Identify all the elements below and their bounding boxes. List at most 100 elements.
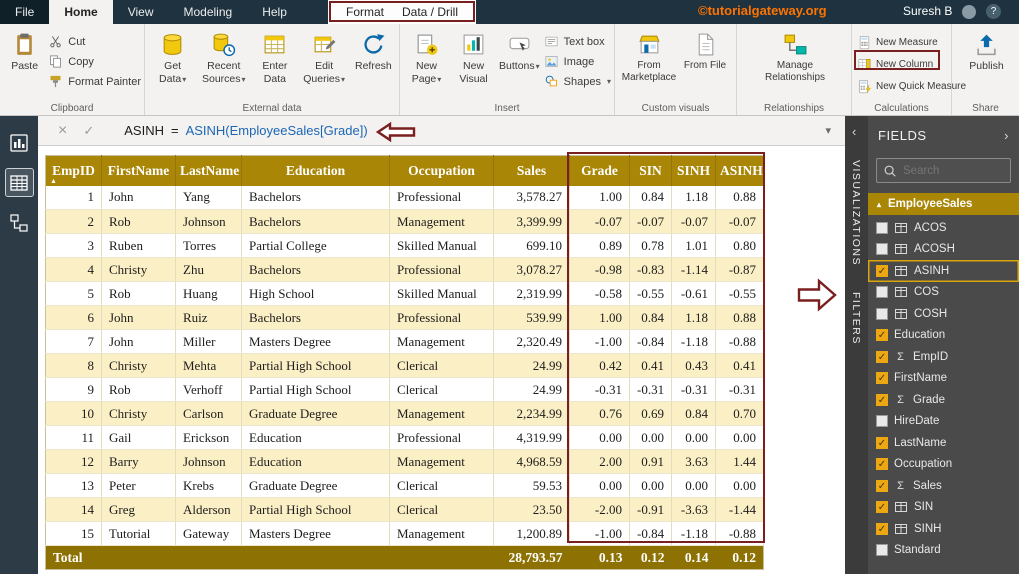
buttons-icon (507, 32, 532, 57)
cell: 0.00 (715, 425, 764, 450)
format-painter-button[interactable]: Format Painter (48, 74, 141, 89)
shapes-button[interactable]: Shapes ▾ (544, 74, 611, 89)
tab-file[interactable]: File (0, 0, 50, 24)
field-checkbox[interactable]: ✓ (876, 393, 888, 406)
field-checkbox[interactable] (876, 544, 888, 557)
field-item-lastname[interactable]: ✓ LastName (868, 432, 1019, 454)
report-view-button[interactable] (6, 129, 33, 156)
from-file-button[interactable]: From File (682, 29, 728, 101)
collapse-table-icon[interactable]: ▴ (877, 200, 881, 209)
field-checkbox[interactable]: ✓ (876, 350, 888, 363)
commit-formula-icon[interactable]: ✓ (83, 123, 94, 139)
search-input[interactable] (903, 164, 1004, 177)
field-item-acosh[interactable]: ACOSH (868, 239, 1019, 261)
column-header-lastname[interactable]: LastName (175, 155, 242, 186)
new-column-button[interactable]: New Column (857, 55, 948, 73)
table-row: 3 Ruben Torres Partial College Skilled Manua… (45, 233, 764, 258)
cancel-formula-icon[interactable]: × (58, 122, 67, 140)
field-item-empid[interactable]: ✓ Σ EmpID (868, 346, 1019, 368)
column-header-empid[interactable]: EmpID ▲ (45, 155, 102, 186)
column-header-sinh[interactable]: SINH (671, 155, 716, 186)
tab-data-drill[interactable]: Data / Drill (402, 5, 458, 19)
new-measure-button[interactable]: New Measure (857, 33, 948, 51)
field-checkbox[interactable]: ✓ (876, 501, 888, 514)
field-item-standard[interactable]: Standard (868, 540, 1019, 562)
field-item-cosh[interactable]: COSH (868, 303, 1019, 325)
filters-pane-tab[interactable]: FILTERS (850, 292, 862, 345)
field-checkbox[interactable] (876, 243, 888, 256)
avatar[interactable] (962, 5, 976, 19)
enter-data-button[interactable]: Enter Data (252, 29, 297, 101)
fields-table-employeesales[interactable]: ▴ EmployeeSales (868, 193, 1019, 215)
field-item-acos[interactable]: ACOS (868, 217, 1019, 239)
field-checkbox[interactable]: ✓ (876, 372, 888, 385)
fields-search-box[interactable] (876, 158, 1011, 183)
column-header-firstname[interactable]: FirstName (101, 155, 176, 186)
expand-pane-icon[interactable]: ‹ (852, 124, 856, 139)
publish-button[interactable]: Publish (963, 29, 1011, 101)
field-checkbox[interactable] (876, 221, 888, 234)
field-name: LastName (894, 436, 947, 449)
tab-modeling[interactable]: Modeling (168, 0, 247, 24)
get-data-button[interactable]: Get Data▾ (150, 29, 195, 101)
field-checkbox[interactable]: ✓ (876, 479, 888, 492)
field-item-sinh[interactable]: ✓ SINH (868, 518, 1019, 540)
field-item-education[interactable]: ✓ Education (868, 325, 1019, 347)
buttons-button[interactable]: Buttons▾ (499, 29, 540, 101)
image-button[interactable]: Image (544, 54, 611, 69)
cut-button[interactable]: Cut (48, 34, 141, 49)
manage-relationships-button[interactable]: Manage Relationships (760, 29, 830, 101)
field-item-grade[interactable]: ✓ Σ Grade (868, 389, 1019, 411)
field-checkbox[interactable]: ✓ (876, 264, 888, 277)
field-item-firstname[interactable]: ✓ FirstName (868, 368, 1019, 390)
field-item-occupation[interactable]: ✓ Occupation (868, 454, 1019, 476)
help-icon[interactable]: ? (986, 4, 1001, 19)
data-view-button[interactable] (4, 168, 34, 197)
field-checkbox[interactable] (876, 307, 888, 320)
cell: -0.07 (629, 209, 672, 234)
data-table[interactable]: EmpID ▲ FirstName LastName Education Occupati… (45, 155, 764, 570)
field-item-sin[interactable]: ✓ SIN (868, 497, 1019, 519)
cell: 8 (45, 353, 102, 378)
paste-button[interactable]: Paste (5, 29, 44, 101)
field-item-asinh[interactable]: ✓ ASINH (868, 260, 1019, 282)
field-item-cos[interactable]: COS (868, 282, 1019, 304)
collapse-fields-icon[interactable]: › (1004, 128, 1009, 143)
tab-help[interactable]: Help (247, 0, 302, 24)
sigma-icon: Σ (897, 350, 904, 363)
formula-bar[interactable]: × ✓ ASINH = ASINH(EmployeeSales[Grade]) … (38, 116, 845, 146)
from-marketplace-button[interactable]: From Marketplace (620, 29, 678, 101)
column-header-sin[interactable]: SIN (629, 155, 672, 186)
formula-text[interactable]: ASINH = ASINH(EmployeeSales[Grade]) (124, 123, 367, 138)
field-item-sales[interactable]: ✓ Σ Sales (868, 475, 1019, 497)
visualizations-pane-tab[interactable]: VISUALIZATIONS (850, 160, 862, 266)
column-header-asinh[interactable]: ASINH (715, 155, 764, 186)
recent-sources-button[interactable]: Recent Sources▾ (199, 29, 248, 101)
model-view-button[interactable] (6, 209, 33, 236)
table-total-row: Total 28,793.57 0.13 0.12 0.14 0.12 (45, 545, 764, 570)
formula-field-name: ASINH (124, 123, 164, 138)
new-page-button[interactable]: New Page▾ (405, 29, 448, 101)
field-checkbox[interactable] (876, 415, 888, 428)
tab-format[interactable]: Format (346, 5, 384, 19)
field-checkbox[interactable]: ✓ (876, 522, 888, 535)
field-checkbox[interactable]: ✓ (876, 458, 888, 471)
column-header-sales[interactable]: Sales (493, 155, 570, 186)
edit-queries-button[interactable]: Edit Queries▾ (302, 29, 347, 101)
field-item-hiredate[interactable]: HireDate (868, 411, 1019, 433)
new-quick-measure-button[interactable]: New Quick Measure (857, 77, 966, 95)
column-header-grade[interactable]: Grade (569, 155, 630, 186)
field-checkbox[interactable] (876, 286, 888, 299)
tab-view[interactable]: View (113, 0, 169, 24)
tab-home[interactable]: Home (49, 0, 113, 24)
column-header-education[interactable]: Education (241, 155, 390, 186)
formula-expand-icon[interactable]: ▾ (825, 124, 831, 137)
field-checkbox[interactable]: ✓ (876, 436, 888, 449)
cell: 10 (45, 401, 102, 426)
text-box-button[interactable]: Text box (544, 34, 611, 49)
refresh-button[interactable]: Refresh (351, 29, 396, 101)
field-checkbox[interactable]: ✓ (876, 329, 888, 342)
copy-button[interactable]: Copy (48, 54, 141, 69)
column-header-occupation[interactable]: Occupation (389, 155, 494, 186)
new-visual-button[interactable]: New Visual (452, 29, 495, 101)
